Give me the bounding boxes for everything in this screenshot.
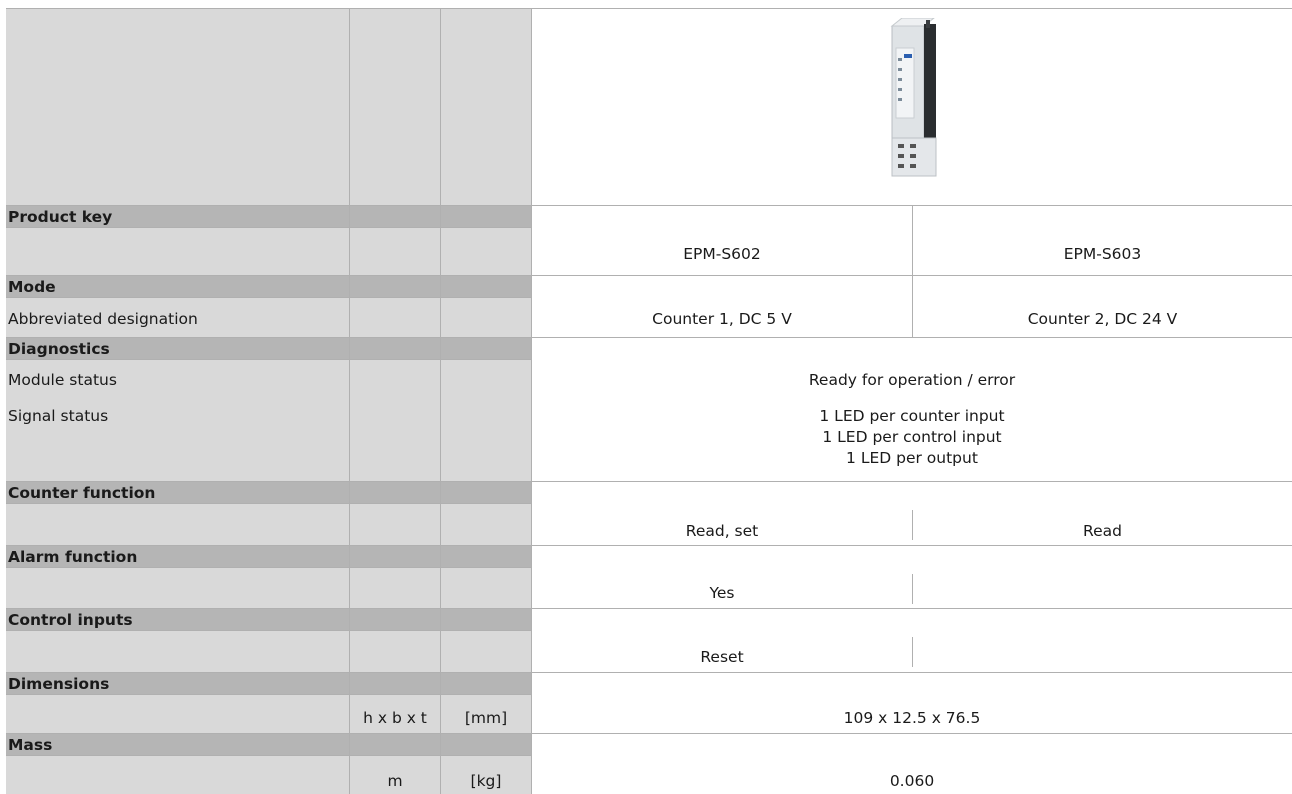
abbrev-designation-s603: Counter 2, DC 24 V bbox=[1027, 310, 1178, 328]
row-divider bbox=[6, 630, 531, 631]
row-divider bbox=[6, 545, 1292, 546]
row-divider bbox=[6, 733, 1292, 734]
section-label-counter-function: Counter function bbox=[8, 484, 156, 502]
module-status-label: Module status bbox=[8, 371, 117, 389]
section-label-mode: Mode bbox=[8, 278, 56, 296]
signal-status-line: 1 LED per control input bbox=[822, 428, 1002, 446]
column-divider-products bbox=[912, 637, 913, 667]
row-divider bbox=[6, 694, 531, 695]
mass-unit: [kg] bbox=[470, 772, 502, 790]
product-module-image bbox=[890, 18, 937, 177]
product-key-s602: EPM-S602 bbox=[683, 245, 761, 263]
mass-value: 0.060 bbox=[889, 772, 935, 790]
row-divider bbox=[6, 481, 1292, 482]
product-key-s603: EPM-S603 bbox=[1063, 245, 1142, 263]
row-divider bbox=[6, 275, 1292, 276]
section-label-dimensions: Dimensions bbox=[8, 675, 110, 693]
section-label-product-key: Product key bbox=[8, 208, 113, 226]
row-divider bbox=[6, 227, 531, 228]
signal-status-line: 1 LED per output bbox=[846, 449, 978, 467]
row-divider bbox=[6, 755, 531, 756]
column-divider-symbol bbox=[349, 8, 350, 794]
abbrev-designation-s602: Counter 1, DC 5 V bbox=[652, 310, 792, 328]
section-label-diagnostics: Diagnostics bbox=[8, 340, 110, 358]
row-divider bbox=[6, 359, 531, 360]
column-divider-unit bbox=[440, 8, 441, 794]
row-divider bbox=[6, 672, 1292, 673]
dimensions-unit: [mm] bbox=[464, 709, 508, 727]
section-header-mode bbox=[6, 275, 531, 297]
section-label-mass: Mass bbox=[8, 736, 53, 754]
column-divider-values bbox=[531, 8, 532, 794]
signal-status-line: 1 LED per counter input bbox=[819, 407, 1005, 425]
module-status-value: Ready for operation / error bbox=[808, 371, 1016, 389]
control-inputs-s602: Reset bbox=[700, 648, 744, 666]
alarm-function-s602: Yes bbox=[709, 584, 735, 602]
column-divider-products bbox=[912, 205, 913, 275]
dimensions-value: 109 x 12.5 x 76.5 bbox=[843, 709, 981, 727]
row-divider bbox=[6, 337, 1292, 338]
column-divider-products bbox=[912, 574, 913, 604]
row-divider bbox=[6, 567, 531, 568]
row-divider bbox=[6, 297, 531, 298]
section-label-alarm-function: Alarm function bbox=[8, 548, 138, 566]
row-divider bbox=[6, 608, 1292, 609]
section-label-control-inputs: Control inputs bbox=[8, 611, 133, 629]
dimensions-symbol: h x b x t bbox=[363, 709, 427, 727]
table-top-border bbox=[6, 8, 1292, 9]
row-divider bbox=[6, 205, 1292, 206]
counter-function-s602: Read, set bbox=[685, 522, 759, 540]
counter-function-s603: Read bbox=[1083, 522, 1122, 540]
abbrev-designation-label: Abbreviated designation bbox=[8, 310, 198, 328]
section-header-mass bbox=[6, 733, 531, 755]
signal-status-label: Signal status bbox=[8, 407, 109, 425]
row-divider bbox=[6, 503, 531, 504]
mass-symbol: m bbox=[387, 772, 403, 790]
